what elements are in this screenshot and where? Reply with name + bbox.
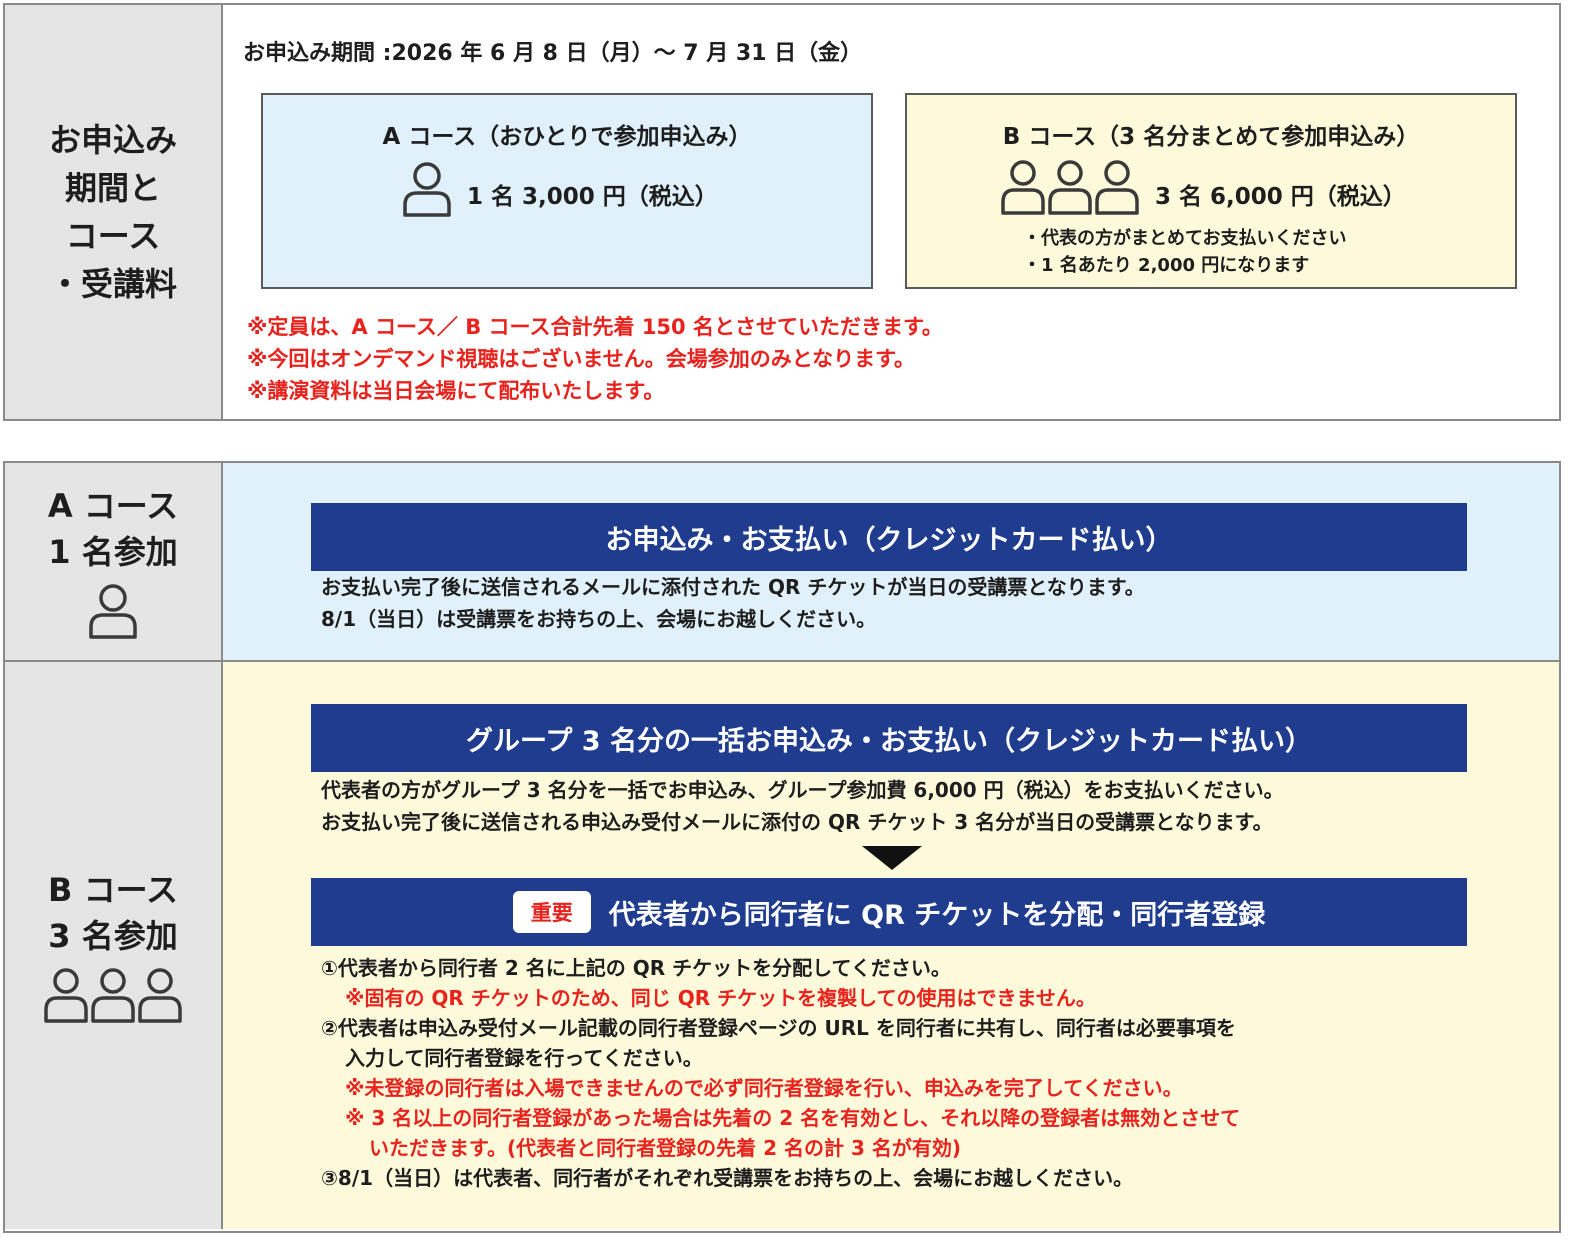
course-a-row: A コース 1 名参加 お申込み・お支払い（クレジットカード払い） お支払い完了… xyxy=(5,463,1559,662)
label-line: 3 名参加 xyxy=(48,916,178,955)
course-a-price: 1 名 3,000 円（税込） xyxy=(467,184,718,210)
distribution-bar-title: 代表者から同行者に QR チケットを分配・同行者登録 xyxy=(608,899,1266,931)
course-procedure-table: A コース 1 名参加 お申込み・お支払い（クレジットカード払い） お支払い完了… xyxy=(3,461,1561,1233)
application-period-table: お申込み 期間と コース ・受講料 お申込み期間 :2026 年 6 月 8 日… xyxy=(3,3,1561,421)
step-line: ※ 3 名以上の同行者登録があった場合は先着の 2 名を有効とし、それ以降の登録… xyxy=(345,1106,1241,1130)
three-persons-icon xyxy=(44,967,182,1023)
course-a-label: A コース 1 名参加 xyxy=(5,463,223,660)
distribution-bar: 重要 代表者から同行者に QR チケットを分配・同行者登録 xyxy=(311,878,1467,946)
important-badge: 重要 xyxy=(512,891,591,933)
label-line: B コース xyxy=(48,870,178,909)
materials-note: ※講演資料は当日会場にて配布いたします。 xyxy=(247,379,665,403)
step-line: ③8/1（当日）は代表者、同行者がそれぞれ受講票をお持ちの上、会場にお越しくださ… xyxy=(321,1166,1134,1190)
course-b-bullet: ・1 名あたり 2,000 円になります xyxy=(1023,255,1310,276)
capacity-note: ※定員は、A コース／ B コース合計先着 150 名とさせていただきます。 xyxy=(247,315,943,339)
step-line: ①代表者から同行者 2 名に上記の QR チケットを分配してください。 xyxy=(321,956,951,980)
label-line: ・受講料 xyxy=(48,265,177,303)
step-line: ②代表者は申込み受付メール記載の同行者登録ページの URL を同行者に共有し、同… xyxy=(321,1016,1236,1040)
label-line: 期間と xyxy=(64,169,161,207)
course-a-text: お支払い完了後に送信されるメールに添付された QR チケットが当日の受講票となり… xyxy=(321,575,1145,599)
application-period: お申込み期間 :2026 年 6 月 8 日（月）〜 7 月 31 日（金） xyxy=(243,41,863,66)
course-a-title: A コース（おひとりで参加申込み） xyxy=(382,124,752,150)
label-line: A コース xyxy=(47,486,179,525)
course-b-box: B コース（3 名分まとめて参加申込み） 3 名 6,000 円（税込） ・代表… xyxy=(905,93,1517,289)
course-a-box: A コース（おひとりで参加申込み） 1 名 3,000 円（税込） xyxy=(261,93,873,289)
group-payment-text: 代表者の方がグループ 3 名分を一括でお申込み、グループ参加費 6,000 円（… xyxy=(321,778,1284,802)
three-persons-icon xyxy=(1001,160,1139,215)
group-payment-text: お支払い完了後に送信される申込み受付メールに添付の QR チケット 3 名分が当… xyxy=(321,810,1273,834)
step-line: ※未登録の同行者は入場できませんので必ず同行者登録を行い、申込みを完了してくださ… xyxy=(345,1076,1183,1100)
label-line: 1 名参加 xyxy=(48,532,178,571)
course-b-title: B コース（3 名分まとめて参加申込み） xyxy=(1002,124,1420,150)
person-icon xyxy=(403,162,451,217)
course-a-content: お申込み・お支払い（クレジットカード払い） お支払い完了後に送信されるメールに添… xyxy=(223,463,1559,660)
course-b-bullet: ・代表の方がまとめてお支払いください xyxy=(1023,228,1347,249)
period-course-fee-label: お申込み 期間と コース ・受講料 xyxy=(5,5,223,419)
person-icon xyxy=(89,583,137,639)
course-b-label: B コース 3 名参加 xyxy=(5,662,223,1229)
step-line: いただきます。(代表者と同行者登録の先着 2 名の計 3 名が有効) xyxy=(369,1136,961,1160)
course-a-text: 8/1（当日）は受講票をお持ちの上、会場にお越しください。 xyxy=(321,607,877,631)
step-line: 入力して同行者登録を行ってください。 xyxy=(345,1046,703,1070)
period-course-content: お申込み期間 :2026 年 6 月 8 日（月）〜 7 月 31 日（金） A… xyxy=(223,5,1559,419)
course-b-row: B コース 3 名参加 グループ 3 名分の一括お申込み・お支払い（クレジットカ… xyxy=(5,662,1559,1229)
label-line: お申込み xyxy=(48,121,177,159)
course-b-content: グループ 3 名分の一括お申込み・お支払い（クレジットカード払い） 代表者の方が… xyxy=(223,662,1559,1229)
on-demand-note: ※今回はオンデマンド視聴はございません。会場参加のみとなります。 xyxy=(247,347,916,371)
course-a-payment-bar: お申込み・お支払い（クレジットカード払い） xyxy=(311,503,1467,571)
label-line: コース xyxy=(65,217,161,255)
step-line: ※固有の QR チケットのため、同じ QR チケットを複製しての使用はできません… xyxy=(345,986,1096,1010)
down-arrow-icon xyxy=(862,846,922,870)
group-payment-bar: グループ 3 名分の一括お申込み・お支払い（クレジットカード払い） xyxy=(311,704,1467,772)
course-b-price: 3 名 6,000 円（税込） xyxy=(1155,184,1406,210)
